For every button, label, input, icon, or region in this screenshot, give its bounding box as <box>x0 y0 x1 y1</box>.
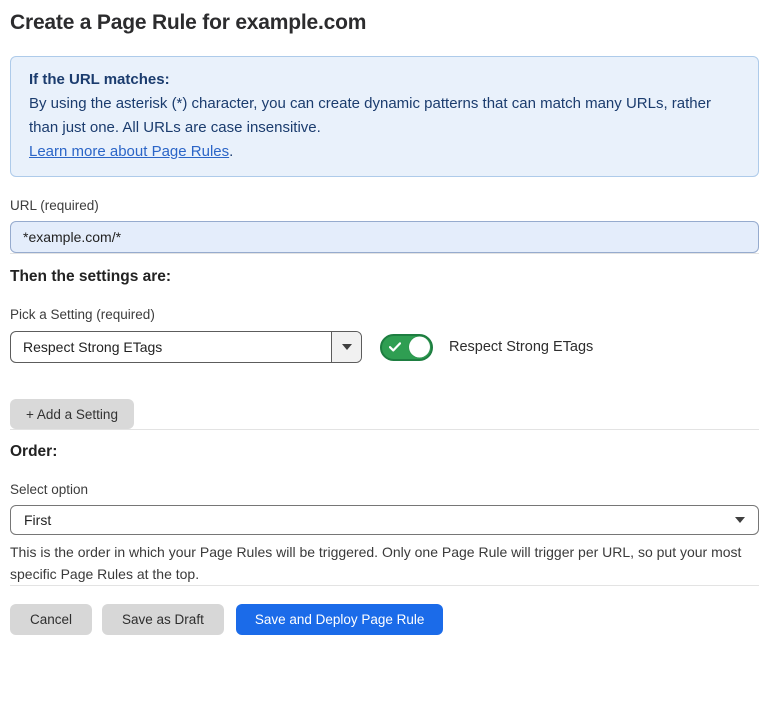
setting-select-value: Respect Strong ETags <box>11 332 331 362</box>
chevron-down-icon <box>342 344 352 350</box>
toggle-knob <box>409 337 430 358</box>
info-box-link-line: Learn more about Page Rules. <box>29 140 740 164</box>
info-box-body: By using the asterisk (*) character, you… <box>29 92 740 140</box>
url-label: URL (required) <box>10 198 759 213</box>
setting-select[interactable]: Respect Strong ETags <box>10 331 362 363</box>
settings-heading: Then the settings are: <box>10 268 759 286</box>
chevron-down-icon <box>735 517 745 523</box>
divider <box>10 253 759 254</box>
order-help-text: This is the order in which your Page Rul… <box>10 541 759 585</box>
add-setting-button[interactable]: + Add a Setting <box>10 399 134 429</box>
toggle-label: Respect Strong ETags <box>449 339 593 355</box>
pick-setting-label: Pick a Setting (required) <box>10 307 759 322</box>
divider <box>10 429 759 430</box>
cancel-button[interactable]: Cancel <box>10 604 92 635</box>
order-heading: Order: <box>10 443 759 461</box>
setting-select-arrow-button[interactable] <box>331 332 361 362</box>
order-select-value: First <box>24 512 51 528</box>
select-option-label: Select option <box>10 482 759 497</box>
link-suffix: . <box>229 143 233 160</box>
create-page-rule-form: Create a Page Rule for example.com If th… <box>0 0 769 635</box>
info-box-heading: If the URL matches: <box>29 68 740 92</box>
setting-row: Respect Strong ETags Respect Strong ETag… <box>10 331 759 363</box>
check-icon <box>389 342 401 352</box>
divider <box>10 585 759 586</box>
url-input[interactable] <box>10 221 759 253</box>
etags-toggle[interactable] <box>380 334 433 361</box>
learn-more-link[interactable]: Learn more about Page Rules <box>29 143 229 160</box>
page-title: Create a Page Rule for example.com <box>10 11 759 35</box>
save-draft-button[interactable]: Save as Draft <box>102 604 224 635</box>
save-deploy-button[interactable]: Save and Deploy Page Rule <box>236 604 444 635</box>
order-select[interactable]: First <box>10 505 759 535</box>
url-match-info-box: If the URL matches: By using the asteris… <box>10 56 759 177</box>
form-actions: Cancel Save as Draft Save and Deploy Pag… <box>10 604 759 635</box>
